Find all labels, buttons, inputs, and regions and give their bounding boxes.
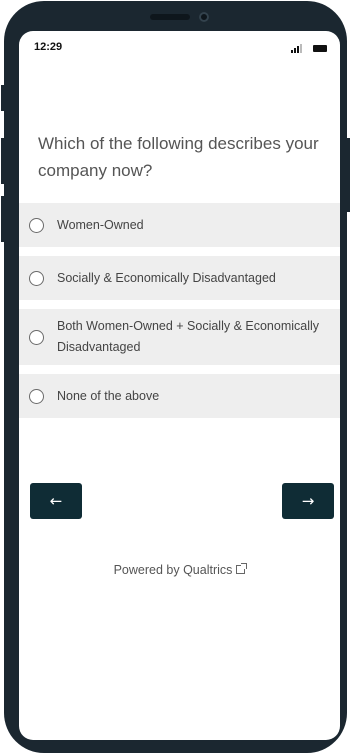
back-button[interactable]: ← [30,483,82,519]
status-bar: 12:29 [19,31,340,61]
phone-screen: 12:29 Which of the following describes y… [19,31,340,740]
question-text: Which of the following describes your co… [38,134,319,180]
option-both[interactable]: Both Women-Owned + Socially & Economical… [19,309,340,365]
powered-by-text: Powered by Qualtrics [113,563,233,577]
option-label: Both Women-Owned + Socially & Economical… [57,319,320,354]
option-label: None of the above [57,388,160,403]
status-time: 12:29 [34,41,63,53]
option-label: Socially & Economically Disadvantaged [57,270,276,285]
radio-button[interactable] [29,388,44,404]
side-button [1,138,4,184]
option-women-owned[interactable]: Women-Owned [19,203,340,247]
side-button [1,85,4,111]
external-link-icon [236,563,248,574]
side-button [347,138,350,212]
battery-icon [313,45,327,52]
option-label: Women-Owned [57,217,144,232]
camera-icon [199,12,209,22]
side-button [1,196,4,242]
speaker-grille [150,14,190,20]
option-none[interactable]: None of the above [19,374,340,418]
signal-icon [291,44,305,53]
phone-frame: 12:29 Which of the following describes y… [4,1,347,753]
radio-button[interactable] [29,270,44,286]
next-button[interactable]: → [282,483,334,519]
option-socially-disadvantaged[interactable]: Socially & Economically Disadvantaged [19,256,340,300]
radio-button[interactable] [29,329,44,345]
powered-by-link[interactable]: Powered by Qualtrics [19,563,340,577]
radio-button[interactable] [29,217,44,233]
